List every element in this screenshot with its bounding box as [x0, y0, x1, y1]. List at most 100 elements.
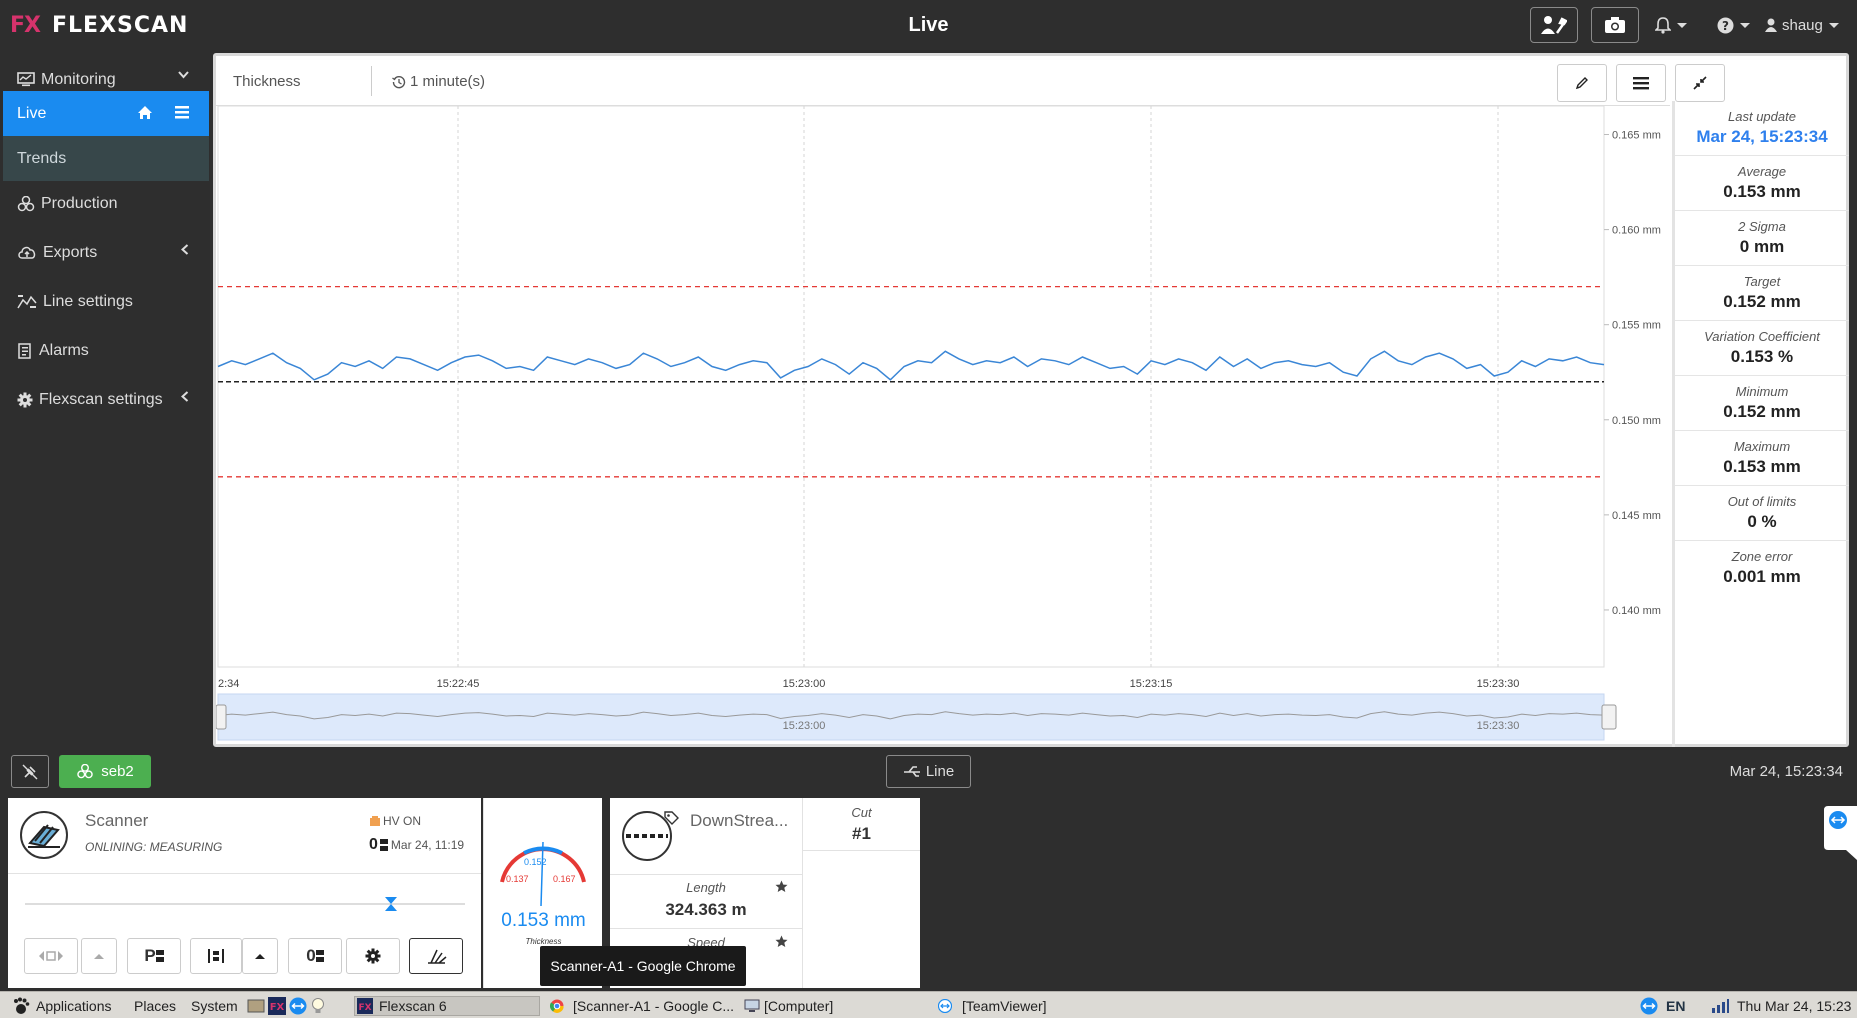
zero-icon: 0 [306, 946, 316, 965]
zero-icon: 0 [369, 836, 378, 853]
lightbulb-icon[interactable] [311, 997, 325, 1015]
sidebar-item-exports[interactable]: Exports [3, 230, 209, 275]
stat-variation-coefficient: Variation Coefficient 0.153 % [1675, 321, 1849, 376]
park-icon [155, 949, 164, 962]
alarm-log-icon [18, 342, 31, 359]
caret-up-icon [255, 953, 265, 959]
move-up-button[interactable] [81, 938, 117, 974]
stat-maximum: Maximum 0.153 mm [1675, 431, 1849, 486]
scan-icon [208, 949, 224, 963]
maintenance-button[interactable] [1530, 7, 1578, 43]
computer-icon [744, 999, 760, 1012]
teamviewer-icon[interactable] [289, 997, 307, 1015]
beam-button[interactable] [409, 938, 463, 974]
chart-title: Thickness [233, 73, 301, 90]
collapse-button[interactable] [1675, 64, 1725, 102]
flexscan-icon[interactable]: FX [268, 997, 286, 1015]
hv-label: HV ON [383, 814, 422, 828]
task-computer[interactable]: [Computer] [744, 996, 833, 1016]
edit-button[interactable] [1557, 64, 1607, 102]
places-menu[interactable]: Places [134, 996, 176, 1016]
park-button[interactable]: P [127, 938, 181, 974]
menu-icon[interactable] [175, 106, 189, 119]
profile-button[interactable]: seb2 [59, 755, 151, 788]
svg-text:FX: FX [270, 1002, 285, 1013]
position-slider-track[interactable] [25, 903, 465, 905]
user-menu[interactable]: shaug [1765, 12, 1839, 38]
file-manager-icon[interactable] [247, 998, 265, 1014]
tray-teamviewer[interactable] [1640, 996, 1658, 1016]
clock-label: Thu Mar 24, 15:23 [1737, 998, 1852, 1014]
logo-fx: FX [10, 12, 41, 38]
thickness-chart[interactable]: 0.165 mm 0.160 mm 0.155 mm 0.150 mm 0.145 mm… [216, 106, 1670, 744]
history-icon [392, 75, 406, 88]
gauge-value: 0.153 mm [501, 910, 586, 931]
network-status[interactable] [1711, 996, 1729, 1016]
menu-icon [1633, 77, 1649, 90]
status-datetime: Mar 24, 15:23:34 [1729, 763, 1843, 780]
stat-value: 0.001 mm [1723, 567, 1801, 586]
top-bar: FX FLEXSCAN Live ? shaug [0, 0, 1857, 50]
task-flexscan[interactable]: FX Flexscan 6 [354, 996, 540, 1016]
stat-target: Target 0.152 mm [1675, 266, 1849, 321]
sidebar-item-line-settings[interactable]: Line settings [3, 279, 209, 324]
system-menu[interactable]: System [191, 996, 238, 1016]
y-tick-label: 0.145 mm [1612, 510, 1661, 522]
sidebar-item-production[interactable]: Production [3, 181, 209, 226]
sidebar-item-live[interactable]: Live [3, 91, 209, 136]
disconnect-button[interactable] [11, 755, 49, 788]
chrome-icon [550, 999, 564, 1013]
cut-value: #1 [852, 824, 871, 843]
menu-button[interactable] [1616, 64, 1666, 102]
scan-button[interactable] [190, 938, 242, 974]
move-button[interactable] [24, 938, 78, 974]
app-logo[interactable]: FX FLEXSCAN [10, 11, 188, 39]
x-tick-label: 15:23:00 [783, 678, 826, 690]
sidebar: Monitoring Live Trends Production Export… [3, 57, 209, 749]
clock[interactable]: Thu Mar 24, 15:23 [1737, 996, 1851, 1016]
chart-panel: Thickness 1 minute(s) 0.165 mm 0.160 mm 0.… [213, 53, 1849, 747]
keyboard-layout[interactable]: EN [1666, 996, 1685, 1016]
sidebar-item-label: Trends [17, 149, 67, 167]
chevron-down-icon [1677, 22, 1687, 28]
plot-area [217, 106, 1605, 668]
period-label: 1 minute(s) [410, 73, 486, 90]
zero-date-label: Mar 24, 11:19 [390, 838, 465, 852]
navigator-handle-left[interactable] [216, 704, 227, 730]
star-icon[interactable] [775, 935, 788, 948]
logo-name: FLEXSCAN [52, 12, 189, 38]
y-tick-label: 0.165 mm [1612, 130, 1661, 142]
task-label: [Scanner-A1 - Google C... [573, 998, 735, 1014]
sidebar-item-label: Alarms [39, 341, 89, 359]
downstream-title: DownStrea... [690, 811, 789, 830]
period-selector[interactable]: 1 minute(s) [392, 73, 485, 90]
navigator-handle-right[interactable] [1601, 704, 1617, 730]
scanner-logo-icon [20, 811, 68, 859]
screenshot-button[interactable] [1591, 7, 1639, 43]
sidebar-item-label: Production [41, 194, 118, 212]
sidebar-item-flexscan-settings[interactable]: Flexscan settings [3, 377, 209, 422]
page-title: Live [908, 14, 949, 36]
line-icon [903, 766, 920, 777]
teamviewer-side-tab-icon[interactable] [1824, 806, 1857, 860]
applications-menu[interactable]: Applications [12, 996, 112, 1016]
task-label: [Computer] [764, 998, 834, 1014]
help-menu[interactable]: ? [1717, 12, 1750, 38]
task-chrome[interactable]: [Scanner-A1 - Google C... [550, 996, 734, 1016]
slider-handle-icon[interactable] [385, 897, 397, 911]
settings-button[interactable] [346, 938, 400, 974]
zero-button[interactable]: 0 [288, 938, 342, 974]
svg-text:FX: FX [358, 1003, 371, 1013]
home-icon[interactable] [137, 105, 153, 120]
notifications-menu[interactable] [1655, 12, 1687, 38]
sidebar-item-alarms[interactable]: Alarms [3, 328, 209, 373]
scanner-card[interactable]: Scanner ONLINING: MEASURING HV ON 0 Mar … [8, 798, 481, 988]
sidebar-item-trends[interactable]: Trends [3, 136, 209, 181]
scan-options-button[interactable] [242, 938, 278, 974]
taskbar: Applications Places System FX FX Flexsca… [0, 991, 1857, 1018]
stat-value: 0 % [1747, 512, 1777, 531]
star-icon[interactable] [775, 880, 788, 893]
line-button[interactable]: Line [886, 755, 971, 788]
divider [803, 850, 920, 851]
task-teamviewer[interactable]: [TeamViewer] [938, 996, 1047, 1016]
